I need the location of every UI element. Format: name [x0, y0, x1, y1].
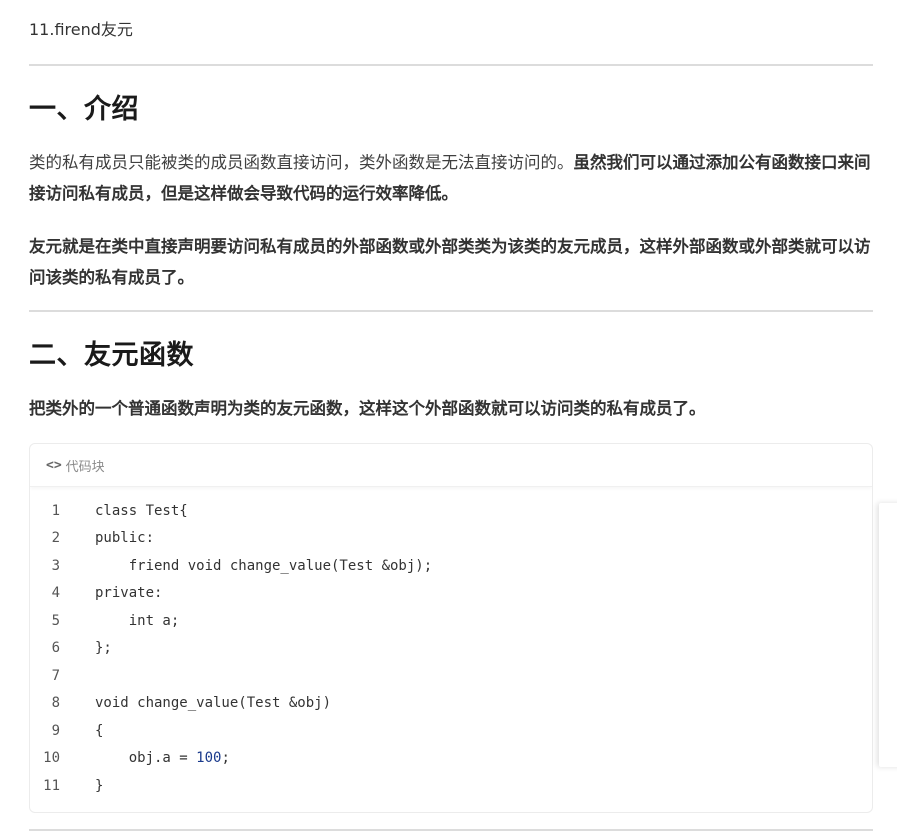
paragraph-text: 类的私有成员只能被类的成员函数直接访问，类外函数是无法直接访问的。	[29, 153, 574, 172]
code-text-part: ;	[221, 750, 230, 767]
code-text: }	[95, 777, 104, 794]
code-line: 2 public:	[30, 525, 872, 553]
code-text: friend void change_value(Test &obj);	[95, 557, 433, 574]
code-icon: <>	[46, 457, 62, 473]
code-text: int a;	[95, 612, 180, 629]
line-number: 9	[51, 722, 60, 739]
line-number: 4	[51, 585, 60, 602]
paragraph-bold-text: 把类外的一个普通函数声明为类的友元函数，这样这个外部函数就可以访问类的私有成员了…	[29, 399, 706, 418]
paragraph: 把类外的一个普通函数声明为类的友元函数，这样这个外部函数就可以访问类的私有成员了…	[29, 393, 873, 424]
line-number: 5	[51, 612, 60, 629]
code-line: 10 obj.a = 100;	[30, 745, 872, 773]
code-text: class Test{	[95, 502, 188, 519]
code-text: };	[95, 640, 112, 657]
code-line: 8 void change_value(Test &obj)	[30, 690, 872, 718]
paragraph: 类的私有成员只能被类的成员函数直接访问，类外函数是无法直接访问的。虽然我们可以通…	[29, 147, 873, 209]
code-line: 6};	[30, 635, 872, 663]
code-lines: 1 class Test{ 2 public: 3 friend void change…	[30, 497, 872, 800]
code-text-part: obj.a =	[95, 750, 197, 767]
line-number: 11	[43, 777, 60, 794]
code-block-header: <> 代码块	[30, 444, 872, 487]
code-line: 11}	[30, 772, 872, 800]
code-line: 7	[30, 662, 872, 690]
code-text: obj.a = 100;	[95, 750, 230, 766]
code-block-label: 代码块	[65, 459, 105, 475]
code-line: 3 friend void change_value(Test &obj);	[30, 552, 872, 580]
code-text: public:	[95, 530, 155, 547]
line-number: 1	[51, 502, 60, 519]
code-line: 1 class Test{	[30, 497, 872, 525]
section-heading: 一、介绍	[29, 94, 139, 125]
paragraph: 友元就是在类中直接声明要访问私有成员的外部函数或外部类类为该类的友元成员，这样外…	[29, 231, 873, 293]
divider	[29, 310, 873, 312]
code-block: <> 代码块 1 class Test{ 2 public: 3 friend void…	[29, 443, 873, 813]
line-number: 6	[51, 640, 60, 657]
line-number: 3	[51, 557, 60, 574]
section-heading: 二、友元函数	[29, 340, 194, 371]
code-line: 9{	[30, 717, 872, 745]
code-number-literal: 100	[196, 750, 222, 767]
code-text: void change_value(Test &obj)	[95, 695, 332, 712]
doc-title: 11.firend友元	[29, 20, 133, 39]
line-number: 10	[43, 750, 60, 767]
code-text: private:	[95, 585, 163, 602]
divider	[29, 829, 873, 831]
code-line: 4 private:	[30, 580, 872, 608]
divider	[29, 64, 873, 66]
side-panel[interactable]	[879, 503, 897, 767]
code-line: 5 int a;	[30, 607, 872, 635]
line-number: 8	[51, 695, 60, 712]
code-text: {	[95, 722, 104, 739]
line-number: 7	[51, 667, 60, 684]
line-number: 2	[51, 530, 60, 547]
paragraph-bold-text: 友元就是在类中直接声明要访问私有成员的外部函数或外部类类为该类的友元成员，这样外…	[29, 237, 871, 287]
